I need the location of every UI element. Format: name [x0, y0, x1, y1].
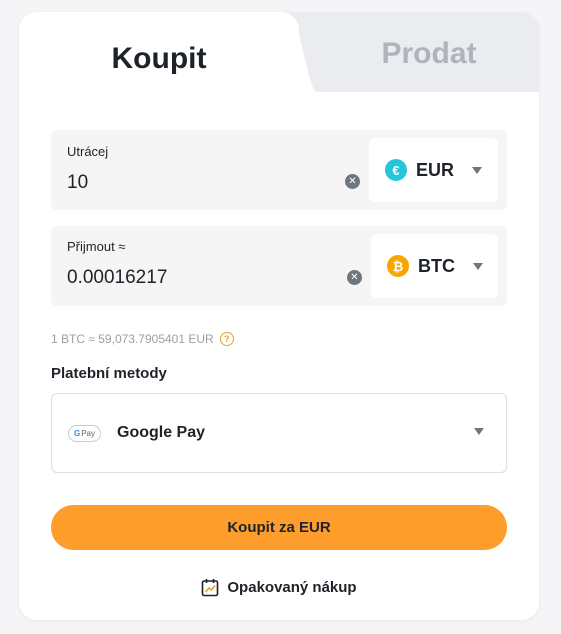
euro-icon: €: [385, 159, 407, 181]
exchange-rate-text: 1 BTC ≈ 59,073.7905401 EUR: [51, 332, 214, 346]
tab-buy-label: Koupit: [111, 42, 207, 75]
recurring-buy-label: Opakovaný nákup: [227, 579, 357, 596]
help-icon[interactable]: ?: [219, 332, 234, 346]
exchange-rate: 1 BTC ≈ 59,073.7905401 EUR ?: [51, 332, 234, 346]
payment-method-name: Google Pay: [117, 424, 206, 441]
calendar-chart-icon: [202, 579, 219, 597]
tab-buy[interactable]: Koupit: [19, 12, 299, 102]
spend-currency-code: EUR: [416, 159, 455, 180]
payment-method-select[interactable]: G Pay Google Pay: [51, 393, 507, 473]
receive-amount-input[interactable]: 0.00016217: [67, 267, 167, 289]
receive-field[interactable]: Přijmout ≈ 0.00016217 ✕ ₿ BTC: [51, 226, 507, 306]
tab-sell[interactable]: Prodat: [319, 12, 539, 92]
receive-currency-select[interactable]: ₿ BTC: [371, 234, 498, 298]
google-pay-logo-text: Pay: [81, 428, 96, 438]
tab-sell-label: Prodat: [381, 37, 477, 70]
spend-label: Utrácej: [67, 144, 109, 159]
buy-button[interactable]: Koupit za EUR: [51, 505, 507, 550]
chevron-down-icon: [474, 428, 484, 435]
spend-amount-input[interactable]: 10: [67, 172, 88, 194]
receive-label: Přijmout ≈: [67, 239, 126, 254]
bitcoin-icon: ₿: [387, 255, 409, 277]
spend-field[interactable]: Utrácej 10 ✕ € EUR: [51, 130, 507, 210]
receive-currency-code: BTC: [418, 255, 455, 276]
chevron-down-icon: [472, 166, 483, 174]
clear-receive-icon[interactable]: ✕: [347, 270, 362, 285]
payment-methods-title: Platební metody: [51, 365, 167, 382]
chevron-down-icon: [473, 262, 483, 270]
clear-spend-icon[interactable]: ✕: [345, 174, 360, 189]
google-pay-logo-g: G: [73, 428, 81, 438]
google-pay-icon: G Pay: [68, 424, 101, 442]
form-body: Utrácej 10 ✕ € EUR Přijmout ≈ 0.00016217…: [19, 92, 539, 620]
buy-sell-card: Koupit Prodat Utrácej 10 ✕ € EUR Přijmou…: [19, 12, 539, 620]
recurring-buy-link[interactable]: Opakovaný nákup: [19, 578, 539, 597]
spend-currency-select[interactable]: € EUR: [369, 138, 498, 202]
